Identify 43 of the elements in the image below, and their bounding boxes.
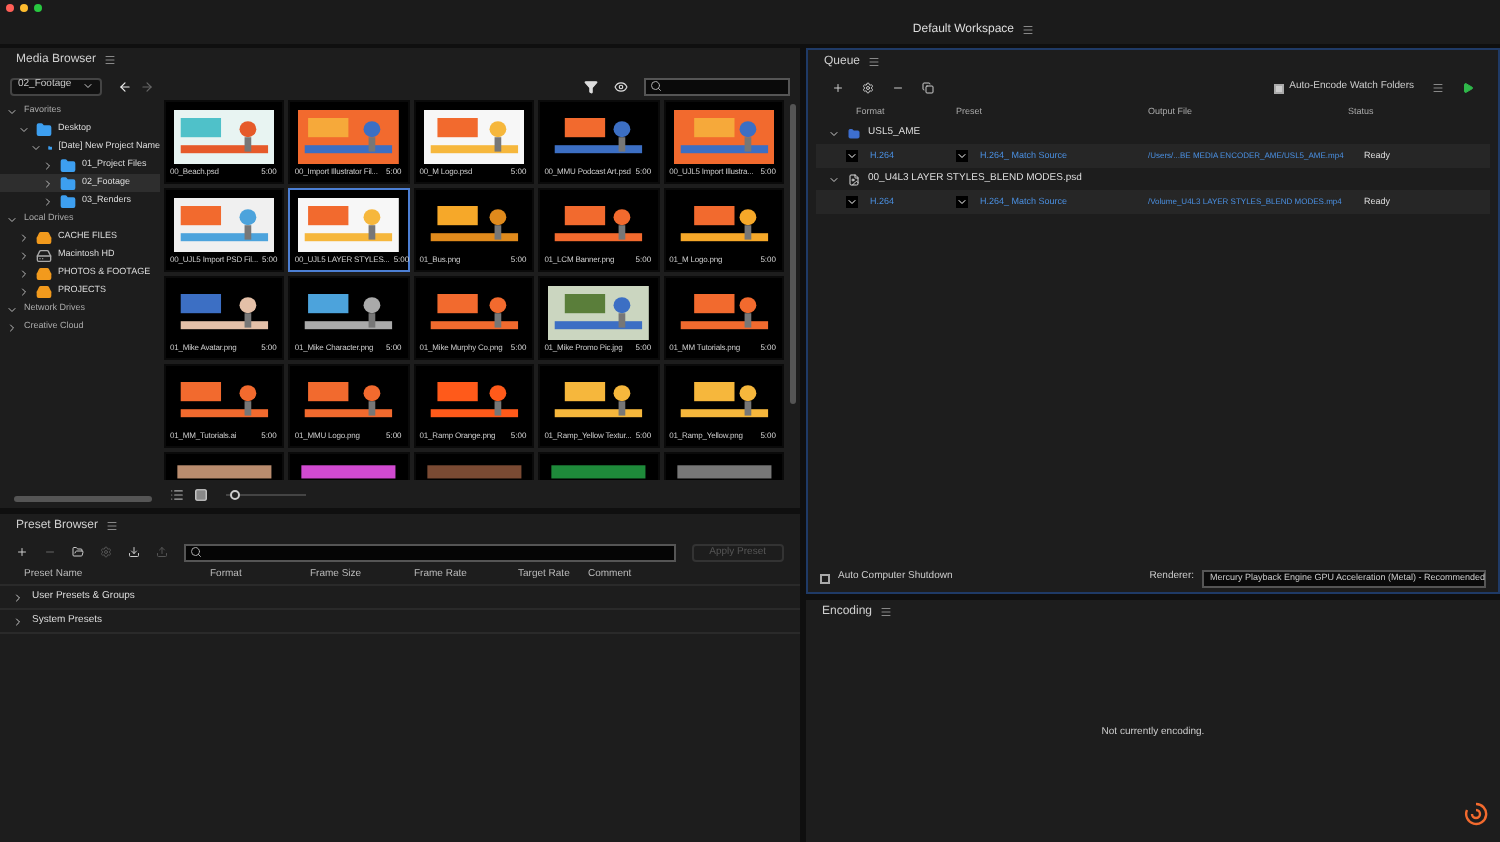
format-dropdown-icon[interactable] — [846, 150, 858, 162]
search-icon — [650, 80, 662, 92]
workspace-menu-icon[interactable] — [1022, 24, 1034, 36]
drive-icon — [36, 229, 52, 245]
preset-dropdown-icon[interactable] — [956, 196, 968, 208]
checkbox[interactable] — [820, 573, 830, 583]
folder-icon — [848, 127, 860, 139]
panel-menu-icon[interactable] — [880, 606, 893, 618]
spiral-logo-icon — [1464, 802, 1488, 826]
add-icon[interactable] — [16, 546, 28, 558]
forward-icon[interactable] — [140, 79, 154, 93]
eye-icon[interactable] — [614, 79, 628, 93]
remove-icon[interactable] — [892, 82, 904, 94]
filter-icon[interactable] — [584, 79, 598, 93]
panel-menu-icon[interactable] — [104, 54, 117, 66]
format-dropdown-icon[interactable] — [846, 196, 858, 208]
minimize-window-icon[interactable] — [20, 4, 28, 12]
slider-thumb[interactable] — [229, 489, 240, 499]
zoom-window-icon[interactable] — [34, 4, 42, 12]
zoom-slider[interactable] — [226, 489, 306, 499]
import-icon[interactable] — [128, 546, 140, 558]
file-icon — [848, 173, 860, 185]
chevron-icon[interactable] — [828, 173, 840, 185]
folder-icon[interactable] — [72, 546, 84, 558]
back-icon[interactable] — [118, 79, 132, 93]
panel-menu-icon[interactable] — [106, 520, 119, 532]
scrollbar[interactable] — [14, 496, 152, 502]
search-field[interactable] — [184, 543, 676, 561]
scrollbar[interactable] — [790, 104, 796, 404]
search-field[interactable] — [644, 77, 790, 95]
caret-icon — [82, 80, 94, 92]
start-queue-icon[interactable] — [1462, 82, 1474, 94]
list-view-icon[interactable] — [170, 487, 184, 501]
panel-menu-icon[interactable] — [868, 56, 881, 68]
checkbox[interactable] — [1273, 83, 1284, 93]
chevron-icon[interactable] — [828, 127, 840, 139]
add-icon[interactable] — [832, 82, 844, 94]
search-icon — [190, 546, 202, 558]
thumbnail-view-icon[interactable] — [194, 487, 208, 501]
menu-icon[interactable] — [1432, 82, 1444, 94]
duplicate-icon[interactable] — [922, 82, 934, 94]
close-window-icon[interactable] — [6, 4, 14, 12]
preset-dropdown-icon[interactable] — [956, 150, 968, 162]
